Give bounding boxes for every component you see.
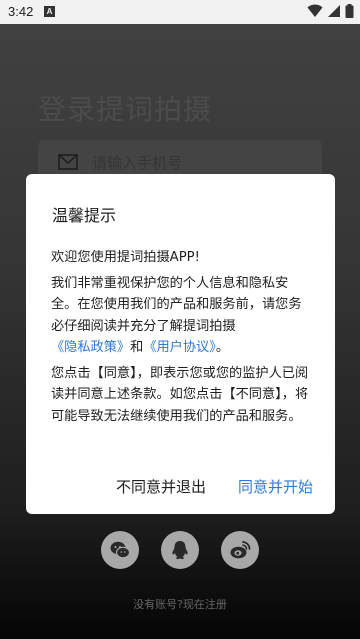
user-agreement-link[interactable]: 《用户协议》 — [143, 340, 216, 355]
dialog-paragraph-privacy: 我们非常重视保护您的个人信息和隐私安全。在您使用我们的产品和服务前，请您务必仔细… — [51, 273, 313, 359]
status-time: 3:42 — [8, 4, 34, 19]
dialog-title: 温馨提示 — [52, 206, 117, 225]
privacy-policy-link[interactable]: 《隐私政策》 — [51, 340, 130, 355]
notification-a-icon: A — [44, 6, 55, 17]
agree-start-button[interactable]: 同意并开始 — [238, 476, 313, 497]
status-indicators — [307, 4, 354, 20]
battery-icon — [345, 4, 354, 18]
dialog-para1-end: 。 — [215, 340, 230, 355]
login-screen: 3:42 A 登录提词拍摄 请输入手机号 没有账号?现在注册 温馨提示 欢迎您使… — [0, 0, 360, 639]
dialog-welcome-text: 欢迎您使用提词拍摄APP! — [51, 250, 200, 265]
status-bar: 3:42 A — [0, 0, 360, 24]
dialog-paragraph-consent: 您点击【同意】，即表示您或您的监护人已阅读并同意上述条款。如您点击【不同意】，将… — [51, 365, 309, 424]
wifi-icon — [307, 4, 323, 17]
dialog-para1-and: 和 — [130, 340, 144, 355]
signal-icon — [327, 5, 340, 17]
disagree-exit-button[interactable]: 不同意并退出 — [116, 476, 206, 497]
dialog-para1-text: 我们非常重视保护您的个人信息和隐私安全。在您使用我们的产品和服务前，请您务必仔细… — [51, 275, 302, 334]
privacy-dialog: 温馨提示 欢迎您使用提词拍摄APP! 我们非常重视保护您的个人信息和隐私安全。在… — [26, 174, 335, 514]
dialog-body: 欢迎您使用提词拍摄APP! 我们非常重视保护您的个人信息和隐私安全。在您使用我们… — [51, 247, 313, 427]
